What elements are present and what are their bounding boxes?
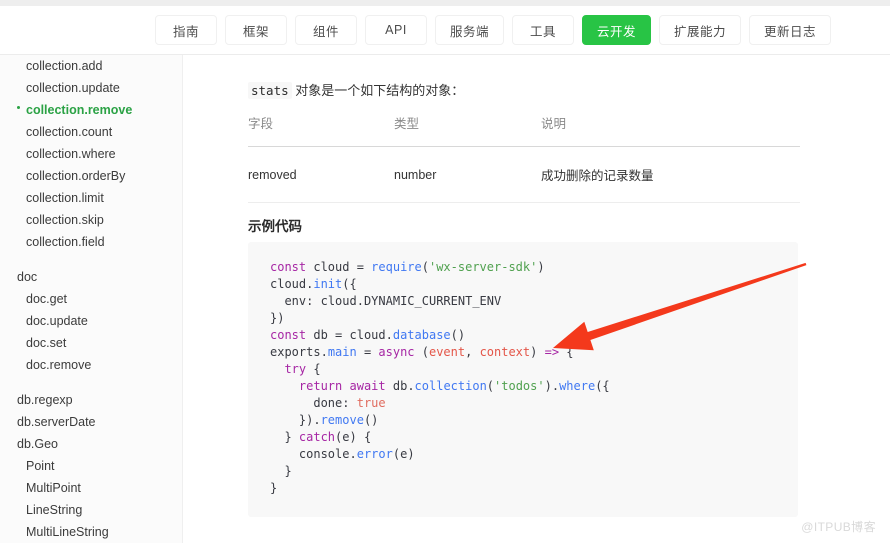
sidebar-item-db-serverdate[interactable]: db.serverDate <box>0 411 182 433</box>
stats-description-paragraph: stats 对象是一个如下结构的对象： <box>248 80 464 99</box>
sidebar-item-collection-count[interactable]: collection.count <box>0 121 182 143</box>
sidebar-item-label: doc.set <box>26 336 67 350</box>
nav-tab-tools[interactable]: 工具 <box>512 15 575 45</box>
active-marker-icon <box>17 106 20 109</box>
nav-tab-server[interactable]: 服务端 <box>435 15 505 45</box>
sidebar-item-label: collection.orderBy <box>26 169 126 183</box>
sidebar-item-label: doc.remove <box>26 358 92 372</box>
sidebar-item-collection-limit[interactable]: collection.limit <box>0 187 182 209</box>
sidebar-item-label: db.regexp <box>17 393 73 407</box>
inline-code-stats: stats <box>248 82 292 99</box>
sidebar-item-collection-update[interactable]: collection.update <box>0 77 182 99</box>
sidebar-item-label: collection.field <box>26 235 105 249</box>
table-header-row: 字段 类型 说明 <box>248 113 800 147</box>
sidebar-item-label: MultiPoint <box>26 481 81 495</box>
sidebar-item-label: collection.where <box>26 147 116 161</box>
sidebar-item-label: collection.limit <box>26 191 104 205</box>
sidebar-item-label: collection.update <box>26 81 120 95</box>
sidebar-item-list: collection.add collection.update collectio… <box>0 55 182 543</box>
sidebar-item-multipoint[interactable]: MultiPoint <box>0 477 182 499</box>
table-cell-type: number <box>394 146 541 203</box>
nav-tab-api[interactable]: API <box>365 15 427 45</box>
nav-tab-extensions[interactable]: 扩展能力 <box>659 15 742 45</box>
sidebar-item-doc-get[interactable]: doc.get <box>0 288 182 310</box>
sidebar-item-label: doc <box>17 270 38 284</box>
sidebar-item-label: doc.get <box>26 292 68 306</box>
nav-tab-framework[interactable]: 框架 <box>225 15 287 45</box>
sidebar-item-db-regexp[interactable]: db.regexp <box>0 389 182 411</box>
sidebar-item-doc-update[interactable]: doc.update <box>0 310 182 332</box>
site-header: 指南 框架 组件 API 服务端 工具 云开发 扩展能力 更新日志 <box>0 6 890 55</box>
sidebar-item-point[interactable]: Point <box>0 455 182 477</box>
watermark: @ITPUB博客 <box>801 520 876 534</box>
sidebar-item-linestring[interactable]: LineString <box>0 499 182 521</box>
sidebar-item-doc[interactable]: doc <box>0 266 182 288</box>
sidebar-item-collection-add[interactable]: collection.add <box>0 55 182 77</box>
sidebar-item-db-geo[interactable]: db.Geo <box>0 433 182 455</box>
table-header-type: 类型 <box>394 113 541 147</box>
nav-tab-guide[interactable]: 指南 <box>155 15 217 45</box>
stats-description-text: 对象是一个如下结构的对象： <box>291 83 465 98</box>
code-content: const cloud = require('wx-server-sdk') c… <box>270 260 610 495</box>
example-code-heading: 示例代码 <box>248 219 302 234</box>
nav-tab-changelog[interactable]: 更新日志 <box>749 15 832 45</box>
sidebar-item-label: db.serverDate <box>17 415 96 429</box>
sidebar-item-label: collection.remove <box>26 103 133 117</box>
sidebar-item-doc-remove[interactable]: doc.remove <box>0 354 182 376</box>
sidebar-item-collection-skip[interactable]: collection.skip <box>0 209 182 231</box>
sidebar-item-collection-where[interactable]: collection.where <box>0 143 182 165</box>
sidebar-item-label: LineString <box>26 503 83 517</box>
sidebar-item-label: collection.add <box>26 59 103 73</box>
table-cell-field: removed <box>248 146 394 203</box>
sidebar-item-doc-set[interactable]: doc.set <box>0 332 182 354</box>
sidebar-item-label: collection.count <box>26 125 113 139</box>
sidebar-item-collection-orderby[interactable]: collection.orderBy <box>0 165 182 187</box>
table-header-description: 说明 <box>541 113 800 147</box>
table-header-field: 字段 <box>248 113 394 147</box>
sidebar-item-label: db.Geo <box>17 437 59 451</box>
sidebar-item-label: collection.skip <box>26 213 104 227</box>
table-cell-description: 成功删除的记录数量 <box>541 146 800 203</box>
main-navigation-tabs: 指南 框架 组件 API 服务端 工具 云开发 扩展能力 更新日志 <box>155 15 832 45</box>
nav-tab-cloud-dev[interactable]: 云开发 <box>582 15 652 45</box>
sidebar-item-label: MultiLineString <box>26 525 109 539</box>
docs-sidebar[interactable]: collection.add collection.update collectio… <box>0 55 183 543</box>
example-code-block[interactable]: const cloud = require('wx-server-sdk') c… <box>248 242 798 517</box>
nav-tab-components[interactable]: 组件 <box>295 15 357 45</box>
sidebar-item-label: Point <box>26 459 55 473</box>
sidebar-item-collection-remove[interactable]: collection.remove <box>0 99 182 121</box>
sidebar-item-label: doc.update <box>26 314 88 328</box>
sidebar-item-collection-field[interactable]: collection.field <box>0 231 182 253</box>
main-content: stats 对象是一个如下结构的对象： 字段 类型 说明 removed num… <box>183 55 890 543</box>
sidebar-item-multilinestring[interactable]: MultiLineString <box>0 521 182 543</box>
field-table: 字段 类型 说明 removed number 成功删除的记录数量 <box>248 113 800 203</box>
table-row: removed number 成功删除的记录数量 <box>248 146 800 203</box>
